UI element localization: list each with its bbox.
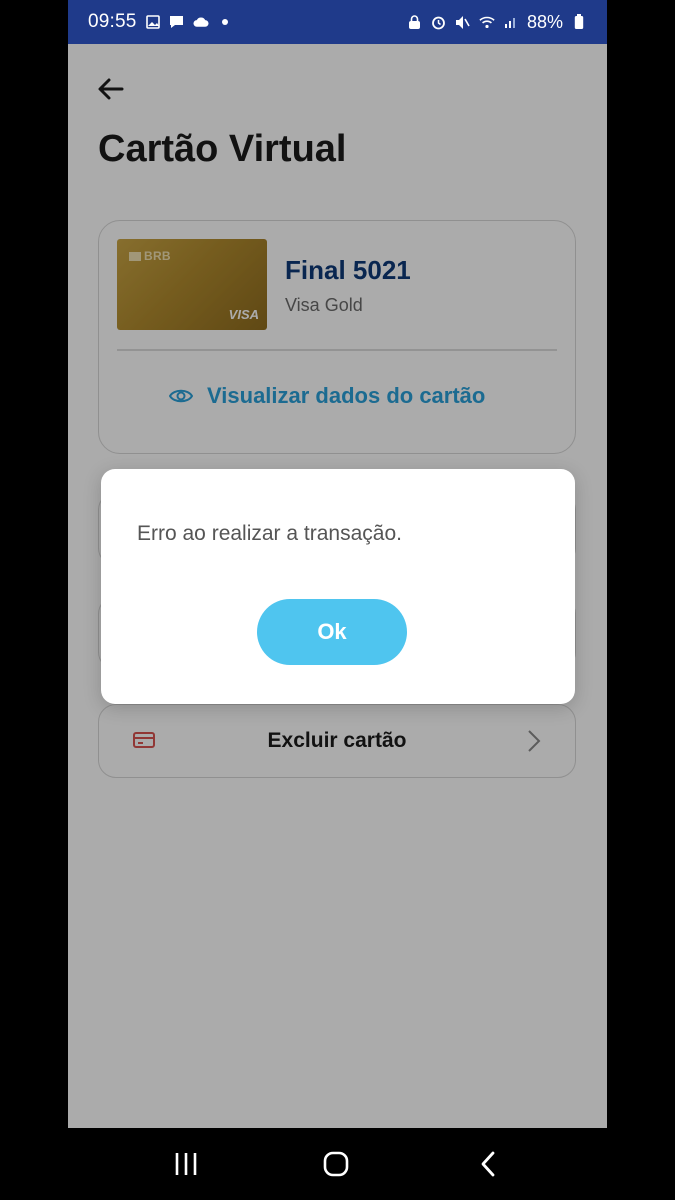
recent-apps-icon: [175, 1153, 197, 1175]
gallery-icon: [145, 14, 161, 30]
status-bar: 09:55 88%: [68, 0, 607, 44]
home-button[interactable]: [318, 1146, 354, 1182]
battery-percentage: 88%: [526, 11, 563, 32]
recent-apps-button[interactable]: [168, 1146, 204, 1182]
home-icon: [323, 1151, 349, 1177]
navigation-bar: [0, 1128, 675, 1200]
ok-button[interactable]: Ok: [257, 599, 407, 665]
error-dialog: Erro ao realizar a transação. Ok: [101, 469, 575, 704]
phone-screen: 09:55 88% Cartão Virtual BRB VISA Final …: [68, 0, 607, 1128]
signal-icon: [503, 14, 519, 30]
dot-icon: [217, 14, 233, 30]
battery-icon: [571, 14, 587, 30]
status-time: 09:55: [88, 11, 137, 32]
lock-icon: [407, 14, 423, 30]
back-icon: [481, 1151, 495, 1177]
wifi-icon: [479, 14, 495, 30]
mute-icon: [455, 14, 471, 30]
alarm-icon: [431, 14, 447, 30]
error-message: Erro ao realizar a transação.: [137, 522, 402, 545]
system-back-button[interactable]: [470, 1146, 506, 1182]
cloud-icon: [193, 14, 209, 30]
chat-icon: [169, 14, 185, 30]
